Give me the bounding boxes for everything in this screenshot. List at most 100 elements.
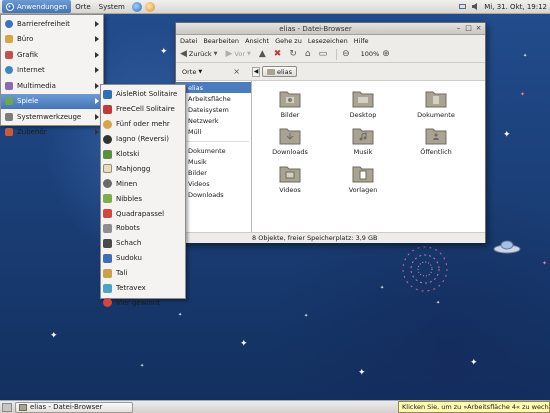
game-tali[interactable]: Tali: [101, 266, 185, 281]
sidebar-item-pictures[interactable]: Bilder: [176, 167, 251, 178]
sidebar-item-videos[interactable]: Videos: [176, 178, 251, 189]
menu-item-graphics[interactable]: Grafik: [1, 47, 103, 63]
sidebar-item-label: Dokumente: [188, 146, 226, 155]
sidebar-type-select[interactable]: Orte ▼ ×: [180, 66, 244, 78]
menu-item-label: Internet: [17, 66, 45, 75]
game-label: Iagno (Reversi): [116, 135, 169, 144]
game-five-or-more[interactable]: Fünf oder mehr: [101, 117, 185, 132]
menu-bookmarks[interactable]: Lesezeichen: [308, 37, 348, 45]
game-aisleriot[interactable]: AisleRiot Solitaire: [101, 87, 185, 102]
folder-item[interactable]: Desktop: [335, 87, 391, 119]
sidebar-item-desktop[interactable]: Arbeitsfläche: [176, 93, 251, 104]
sidebar-item-trash[interactable]: Müll: [176, 126, 251, 137]
up-button[interactable]: ▲: [259, 49, 268, 59]
folder-item[interactable]: Bilder: [262, 87, 318, 119]
sidebar-item-documents[interactable]: Dokumente: [176, 145, 251, 156]
game-label: Vier gewinnt: [116, 298, 161, 307]
game-mahjongg[interactable]: Mahjongg: [101, 161, 185, 176]
system-menu[interactable]: System: [95, 0, 129, 13]
close-sidebar-icon[interactable]: ×: [233, 67, 240, 76]
pictures-folder-icon: [279, 91, 301, 108]
desktop-folder-icon: [352, 91, 374, 108]
computer-button[interactable]: ▭: [319, 49, 330, 59]
home-button[interactable]: ⌂: [305, 49, 313, 59]
downloads-folder-icon: [279, 128, 301, 145]
menu-item-accessibility[interactable]: Barrierefreiheit: [1, 16, 103, 32]
sidebar-item-home[interactable]: elias: [176, 82, 251, 93]
reversi-icon: [103, 134, 112, 144]
folder-item[interactable]: Öffentlich: [408, 124, 464, 156]
sidebar-item-network[interactable]: Netzwerk: [176, 115, 251, 126]
stop-button[interactable]: ✖: [274, 49, 284, 59]
game-four-in-a-row[interactable]: Vier gewinnt: [101, 295, 185, 310]
zoom-out-button[interactable]: ⊖: [342, 49, 352, 59]
menu-view[interactable]: Ansicht: [245, 37, 269, 45]
applications-menu[interactable]: Anwendungen: [2, 0, 72, 13]
game-tetravex[interactable]: Tetravex: [101, 281, 185, 296]
menu-item-multimedia[interactable]: Multimedia: [1, 78, 103, 94]
game-klotski[interactable]: Klotski: [101, 147, 185, 162]
game-freecell[interactable]: FreeCell Solitaire: [101, 102, 185, 117]
menu-help[interactable]: Hilfe: [354, 37, 369, 45]
game-sudoku[interactable]: Sudoku: [101, 251, 185, 266]
folder-item[interactable]: Dokumente: [408, 87, 464, 119]
back-button[interactable]: ◀ Zurück ▼: [180, 49, 219, 59]
menu-item-label: Grafik: [17, 50, 39, 59]
taskbar-item-file-browser[interactable]: elias - Datei-Browser: [15, 401, 133, 413]
path-button-home[interactable]: elias: [262, 66, 297, 77]
game-robots[interactable]: Robots: [101, 221, 185, 236]
zoom-in-button[interactable]: ⊕: [382, 49, 392, 59]
network-icon[interactable]: [458, 2, 467, 11]
game-label: FreeCell Solitaire: [116, 105, 175, 114]
folder-item[interactable]: Downloads: [262, 124, 318, 156]
folder-item[interactable]: Vorlagen: [335, 162, 391, 194]
multimedia-icon: [5, 81, 13, 90]
menu-edit[interactable]: Bearbeiten: [203, 37, 239, 45]
menu-item-office[interactable]: Büro: [1, 32, 103, 48]
game-label: Minen: [116, 179, 138, 188]
show-desktop-icon[interactable]: [2, 402, 12, 412]
menu-file[interactable]: Datei: [180, 37, 197, 45]
game-quadrapassel[interactable]: Quadrapassel: [101, 206, 185, 221]
reload-button[interactable]: ↻: [289, 49, 299, 59]
menu-item-system-tools[interactable]: Systemwerkzeuge: [1, 109, 103, 125]
volume-icon[interactable]: [471, 2, 480, 11]
close-button[interactable]: ×: [475, 25, 482, 32]
folder-label: Downloads: [272, 148, 308, 156]
forward-history-dropdown-icon[interactable]: ▼: [247, 51, 251, 57]
minimize-button[interactable]: –: [455, 25, 462, 32]
web-browser-launcher-icon[interactable]: [131, 1, 142, 12]
star-decoration: ✦: [358, 368, 366, 378]
game-nibbles[interactable]: Nibbles: [101, 191, 185, 206]
folder-item[interactable]: Musik: [335, 124, 391, 156]
game-label: Schach: [116, 239, 142, 248]
star-decoration: ✦: [470, 358, 478, 368]
folder-label: Musik: [353, 148, 373, 156]
menu-item-games[interactable]: Spiele: [1, 93, 103, 109]
menu-go[interactable]: Gehe zu: [275, 37, 302, 45]
back-history-dropdown-icon[interactable]: ▼: [214, 51, 218, 57]
sidebar-item-filesystem[interactable]: Dateisystem: [176, 104, 251, 115]
path-scroll-left-icon[interactable]: ◀: [252, 66, 260, 77]
status-text: 8 Objekte, freier Speicherplatz: 3,9 GB: [252, 234, 378, 242]
game-mines[interactable]: Minen: [101, 176, 185, 191]
places-menu[interactable]: Orte: [71, 0, 94, 13]
home-icon: ⌂: [304, 49, 311, 59]
star-decoration: ✦: [542, 260, 548, 267]
menu-item-accessories[interactable]: Zubehör: [1, 125, 103, 141]
forward-button[interactable]: ▶ Vor ▼: [225, 49, 252, 59]
mail-launcher-icon[interactable]: [144, 1, 155, 12]
sidebar-item-downloads[interactable]: Downloads: [176, 189, 251, 200]
window-titlebar[interactable]: elias - Datei-Browser – □ ×: [176, 23, 485, 35]
maximize-button[interactable]: □: [465, 25, 472, 32]
folder-item[interactable]: Videos: [262, 162, 318, 194]
blocks-icon: [103, 209, 112, 219]
game-iagno[interactable]: Iagno (Reversi): [101, 132, 185, 147]
sidebar-item-music[interactable]: Musik: [176, 156, 251, 167]
places-menu-label: Orte: [75, 2, 91, 11]
music-folder-icon: [352, 128, 374, 145]
game-chess[interactable]: Schach: [101, 236, 185, 251]
menu-item-internet[interactable]: Internet: [1, 63, 103, 79]
clock[interactable]: Mi, 31. Okt, 19:12: [484, 3, 547, 11]
menu-item-label: Multimedia: [17, 81, 56, 90]
